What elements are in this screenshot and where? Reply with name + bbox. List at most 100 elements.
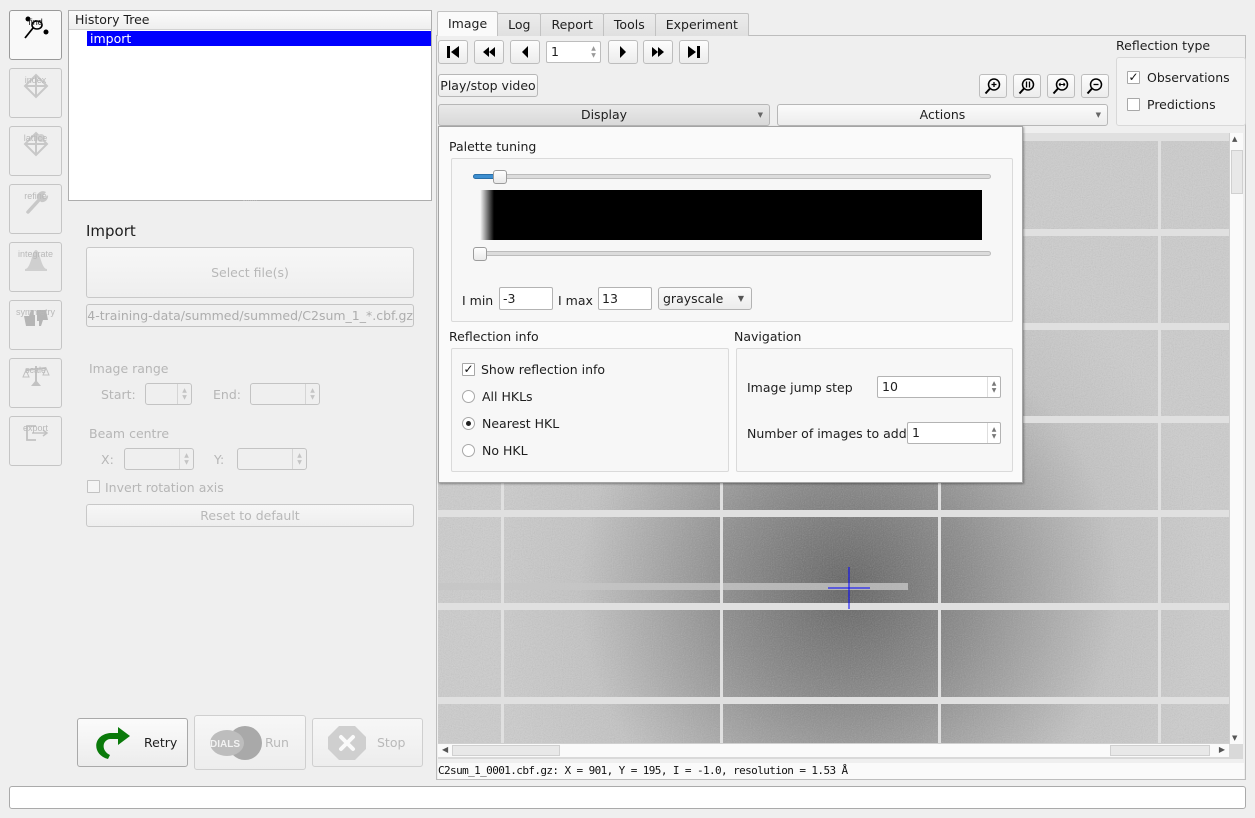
- spin-arrows-icon[interactable]: ▲ ▼: [305, 384, 319, 404]
- horizontal-scrollbar[interactable]: ◀ ▶: [438, 743, 1229, 757]
- scroll-down-arrow-icon[interactable]: ▼: [1232, 734, 1237, 742]
- dropdown-caret-icon: ▼: [1095, 111, 1101, 119]
- start-value: [146, 384, 177, 404]
- image-jump-step-value: 10: [882, 379, 898, 394]
- retry-label: Retry: [144, 735, 178, 750]
- beam-y-spinbox[interactable]: ▲ ▼: [237, 448, 307, 470]
- retry-button[interactable]: Retry: [77, 718, 188, 767]
- beam-x-value: [125, 449, 179, 469]
- image-jump-step-spinbox[interactable]: 10 ▲ ▼: [877, 376, 1001, 398]
- tab-experiment[interactable]: Experiment: [654, 13, 749, 36]
- select-files-button[interactable]: Select file(s): [86, 247, 414, 298]
- jump-forward-button[interactable]: [643, 40, 673, 64]
- vertical-scroll-thumb[interactable]: [1231, 150, 1243, 194]
- images-to-add-spinbox[interactable]: 1 ▲ ▼: [907, 422, 1001, 444]
- symmetry-button[interactable]: symmetry: [9, 300, 62, 350]
- stop-label: Stop: [377, 735, 406, 750]
- display-popup: Palette tuning I min -3 I max 13 graysca…: [438, 126, 1023, 483]
- spin-arrows-icon[interactable]: ▲ ▼: [987, 377, 1000, 397]
- play-stop-video-button[interactable]: Play/stop video: [438, 74, 538, 97]
- invert-rotation-checkbox[interactable]: [87, 480, 100, 493]
- lower-palette-slider-handle[interactable]: [473, 247, 487, 261]
- find-button[interactable]: find: [9, 10, 62, 60]
- imin-label: I min: [462, 293, 494, 308]
- end-spinbox[interactable]: ▲ ▼: [250, 383, 320, 405]
- tab-report[interactable]: Report: [540, 13, 604, 36]
- reflection-info-group: ✓ Show reflection info All HKLs Nearest …: [451, 348, 729, 472]
- scroll-up-arrow-icon[interactable]: ▲: [1232, 135, 1237, 143]
- beam-centre-label: Beam centre: [89, 426, 170, 441]
- history-item-import[interactable]: import: [87, 31, 431, 46]
- observations-checkbox[interactable]: ✓: [1127, 71, 1140, 84]
- next-image-button[interactable]: [608, 40, 638, 64]
- colormap-value: grayscale: [663, 291, 724, 306]
- scroll-right-arrow-icon[interactable]: ▶: [1219, 745, 1225, 754]
- run-button[interactable]: DIALS Run: [194, 715, 306, 770]
- zoom-in-button[interactable]: [979, 74, 1007, 98]
- spin-arrows-icon[interactable]: ▲ ▼: [292, 449, 306, 469]
- refine-label: refine: [24, 191, 47, 201]
- no-hkl-radio[interactable]: [462, 444, 475, 457]
- tab-log[interactable]: Log: [497, 13, 542, 36]
- horizontal-scroll-thumb[interactable]: [452, 745, 560, 756]
- imax-label: I max: [558, 293, 593, 308]
- beam-x-spinbox[interactable]: ▲ ▼: [124, 448, 194, 470]
- reset-to-default-button[interactable]: Reset to default: [86, 504, 414, 527]
- last-image-button[interactable]: [679, 40, 709, 64]
- colormap-select[interactable]: grayscale ▼: [658, 287, 752, 310]
- image-range-label: Image range: [89, 361, 169, 376]
- dropdown-caret-icon: ▼: [737, 294, 744, 303]
- tab-tools[interactable]: Tools: [602, 13, 656, 36]
- tab-image[interactable]: Image: [437, 11, 499, 36]
- dropdown-caret-icon: ▼: [757, 111, 763, 119]
- zoom-fit-horizontal-button[interactable]: [1047, 74, 1075, 98]
- all-hkls-radio[interactable]: [462, 390, 475, 403]
- lower-palette-slider-track[interactable]: [473, 251, 991, 256]
- actions-menu-button[interactable]: Actions ▼: [777, 104, 1108, 126]
- spin-arrows-icon[interactable]: ▲ ▼: [177, 384, 191, 404]
- retry-arrow-icon: [96, 726, 130, 759]
- splitter-handle[interactable]: [243, 200, 257, 203]
- refine-button[interactable]: refine: [9, 184, 62, 234]
- previous-image-button[interactable]: [510, 40, 540, 64]
- palette-preview: [480, 190, 982, 240]
- zoom-out-button[interactable]: [1081, 74, 1109, 98]
- jump-back-button[interactable]: [474, 40, 504, 64]
- predictions-checkbox[interactable]: [1127, 98, 1140, 111]
- predictions-label: Predictions: [1147, 97, 1216, 112]
- file-path-field[interactable]: p4-training-data/summed/summed/C2sum_1_*…: [86, 304, 414, 327]
- imax-input[interactable]: 13: [598, 287, 652, 310]
- export-button[interactable]: export: [9, 416, 62, 466]
- spin-arrows-icon[interactable]: ▲ ▼: [987, 423, 1000, 443]
- integrate-label: integrate: [17, 249, 54, 259]
- history-tree: History Tree import: [68, 10, 432, 201]
- lattice-button[interactable]: lattice: [9, 126, 62, 176]
- command-input[interactable]: [9, 786, 1246, 809]
- integrate-button[interactable]: integrate: [9, 242, 62, 292]
- scroll-left-arrow-icon[interactable]: ◀: [442, 745, 448, 754]
- display-menu-button[interactable]: Display ▼: [438, 104, 770, 126]
- upper-palette-slider-handle[interactable]: [493, 170, 508, 184]
- imin-input[interactable]: -3: [499, 287, 553, 310]
- index-button[interactable]: index: [9, 68, 62, 118]
- upper-palette-slider-track[interactable]: [473, 174, 991, 179]
- palette-tuning-title: Palette tuning: [449, 139, 537, 154]
- stop-button[interactable]: Stop: [312, 718, 423, 767]
- history-tree-header: History Tree: [69, 11, 431, 30]
- spin-arrows-icon[interactable]: ▲ ▼: [587, 42, 600, 62]
- index-label: index: [24, 75, 47, 85]
- nearest-hkl-label: Nearest HKL: [482, 416, 560, 431]
- spin-arrows-icon[interactable]: ▲ ▼: [179, 449, 193, 469]
- invert-rotation-label: Invert rotation axis: [105, 480, 224, 495]
- start-spinbox[interactable]: ▲ ▼: [145, 383, 192, 405]
- image-number-value: 1: [551, 44, 559, 59]
- navigation-title: Navigation: [734, 329, 802, 344]
- nearest-hkl-radio[interactable]: [462, 417, 475, 430]
- vertical-scrollbar[interactable]: ▲ ▼: [1229, 133, 1243, 744]
- zoom-fit-vertical-button[interactable]: [1013, 74, 1041, 98]
- show-reflection-info-checkbox[interactable]: ✓: [462, 363, 475, 376]
- image-number-spinbox[interactable]: 1 ▲ ▼: [546, 41, 601, 63]
- first-image-button[interactable]: [438, 40, 468, 64]
- scale-button[interactable]: scale: [9, 358, 62, 408]
- actions-label: Actions: [919, 107, 966, 122]
